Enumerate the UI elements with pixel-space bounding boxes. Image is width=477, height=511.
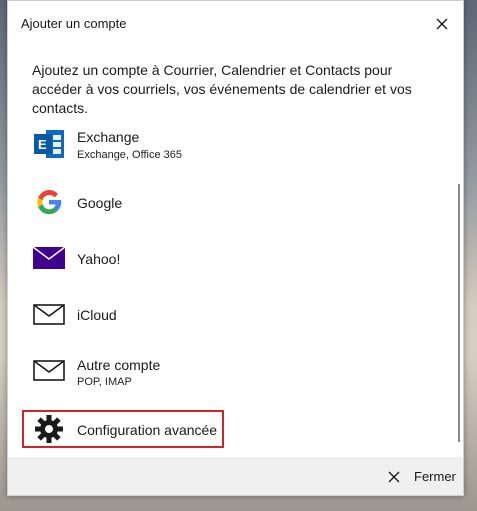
highlight-box: [22, 410, 224, 448]
account-name: Google: [77, 195, 123, 211]
svg-text:E: E: [38, 137, 47, 152]
mail-envelope-icon: [33, 304, 65, 325]
account-name: Autre compte: [77, 357, 161, 373]
account-option-exchange[interactable]: E Exchange Exchange, Office 365: [32, 125, 432, 173]
close-button-label: Fermer: [414, 469, 456, 484]
scrollbar[interactable]: [458, 184, 460, 442]
account-option-other[interactable]: Autre compte POP, IMAP: [32, 351, 432, 399]
account-subtitle: POP, IMAP: [77, 376, 132, 388]
mail-envelope-icon: [33, 360, 65, 381]
intro-text: Ajoutez un compte à Courrier, Calendrier…: [32, 62, 412, 116]
account-option-google[interactable]: Google: [32, 181, 432, 229]
account-option-yahoo[interactable]: Yahoo!: [32, 237, 432, 285]
add-account-dialog: Ajouter un compte Ajoutez un compte à Co…: [7, 0, 464, 496]
account-name: Exchange: [77, 129, 140, 145]
exchange-icon: E: [34, 130, 64, 158]
dialog-footer: Fermer: [8, 457, 463, 495]
dialog-titlebar: Ajouter un compte: [8, 1, 463, 47]
account-name: iCloud: [77, 307, 117, 323]
close-icon: [388, 471, 400, 483]
account-option-icloud[interactable]: iCloud: [32, 293, 432, 341]
yahoo-mail-icon: [32, 246, 66, 269]
dialog-title: Ajouter un compte: [21, 16, 127, 31]
account-subtitle: Exchange, Office 365: [77, 149, 182, 161]
account-name: Yahoo!: [77, 251, 121, 267]
google-icon: [37, 189, 62, 215]
close-icon[interactable]: [431, 13, 453, 35]
